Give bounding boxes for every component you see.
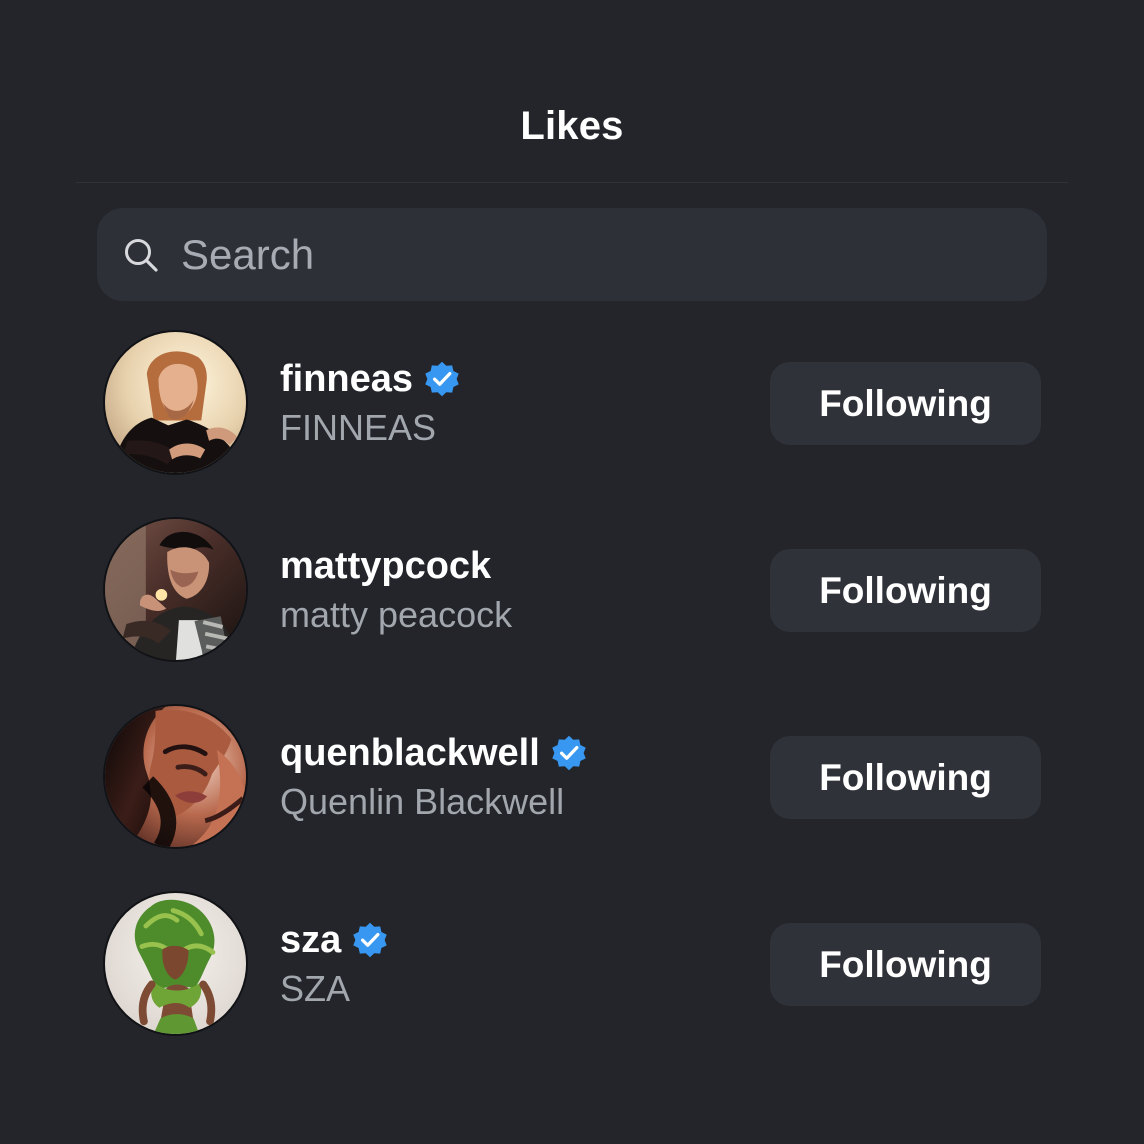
username[interactable]: sza <box>280 919 341 961</box>
following-button[interactable]: Following <box>770 736 1041 819</box>
user-row-sza[interactable]: sza SZA Following <box>0 891 1144 1041</box>
username[interactable]: quenblackwell <box>280 732 540 774</box>
header-divider <box>76 182 1068 183</box>
quenblackwell-name-line[interactable]: quenblackwell <box>280 732 588 774</box>
page-title: Likes <box>520 104 624 148</box>
sza-name-line[interactable]: sza <box>280 919 389 961</box>
likes-header: Likes <box>0 0 1144 183</box>
user-row-mattypcock[interactable]: mattypcock matty peacock Following <box>0 517 1144 667</box>
display-name: matty peacock <box>280 594 513 635</box>
finneas-avatar-image <box>105 332 246 473</box>
following-button[interactable]: Following <box>770 549 1041 632</box>
finneas-avatar[interactable] <box>103 330 248 475</box>
verified-badge-icon <box>353 922 388 958</box>
display-name: Quenlin Blackwell <box>280 781 565 822</box>
following-button[interactable]: Following <box>770 923 1041 1006</box>
verified-badge-icon <box>425 361 459 397</box>
mattypcock-name-line[interactable]: mattypcock <box>280 545 491 587</box>
search-icon <box>125 239 158 272</box>
username[interactable]: finneas <box>280 358 413 400</box>
display-name: SZA <box>280 968 351 1009</box>
username[interactable]: mattypcock <box>280 545 491 587</box>
user-row-finneas[interactable]: finneas FINNEAS Following <box>0 330 1144 480</box>
sza-avatar-image <box>105 893 246 1034</box>
mattypcock-avatar-image <box>105 519 246 660</box>
search-input[interactable] <box>181 229 1001 281</box>
mattypcock-avatar[interactable] <box>103 517 248 662</box>
following-button[interactable]: Following <box>770 362 1041 445</box>
display-name: FINNEAS <box>280 407 437 448</box>
user-row-quenblackwell[interactable]: quenblackwell Quenlin Blackwell Followin… <box>0 704 1144 854</box>
quenblackwell-avatar-image <box>105 706 246 847</box>
finneas-name-line[interactable]: finneas <box>280 358 461 400</box>
verified-badge-icon <box>552 735 586 771</box>
sza-avatar[interactable] <box>103 891 248 1036</box>
quenblackwell-avatar[interactable] <box>103 704 248 849</box>
